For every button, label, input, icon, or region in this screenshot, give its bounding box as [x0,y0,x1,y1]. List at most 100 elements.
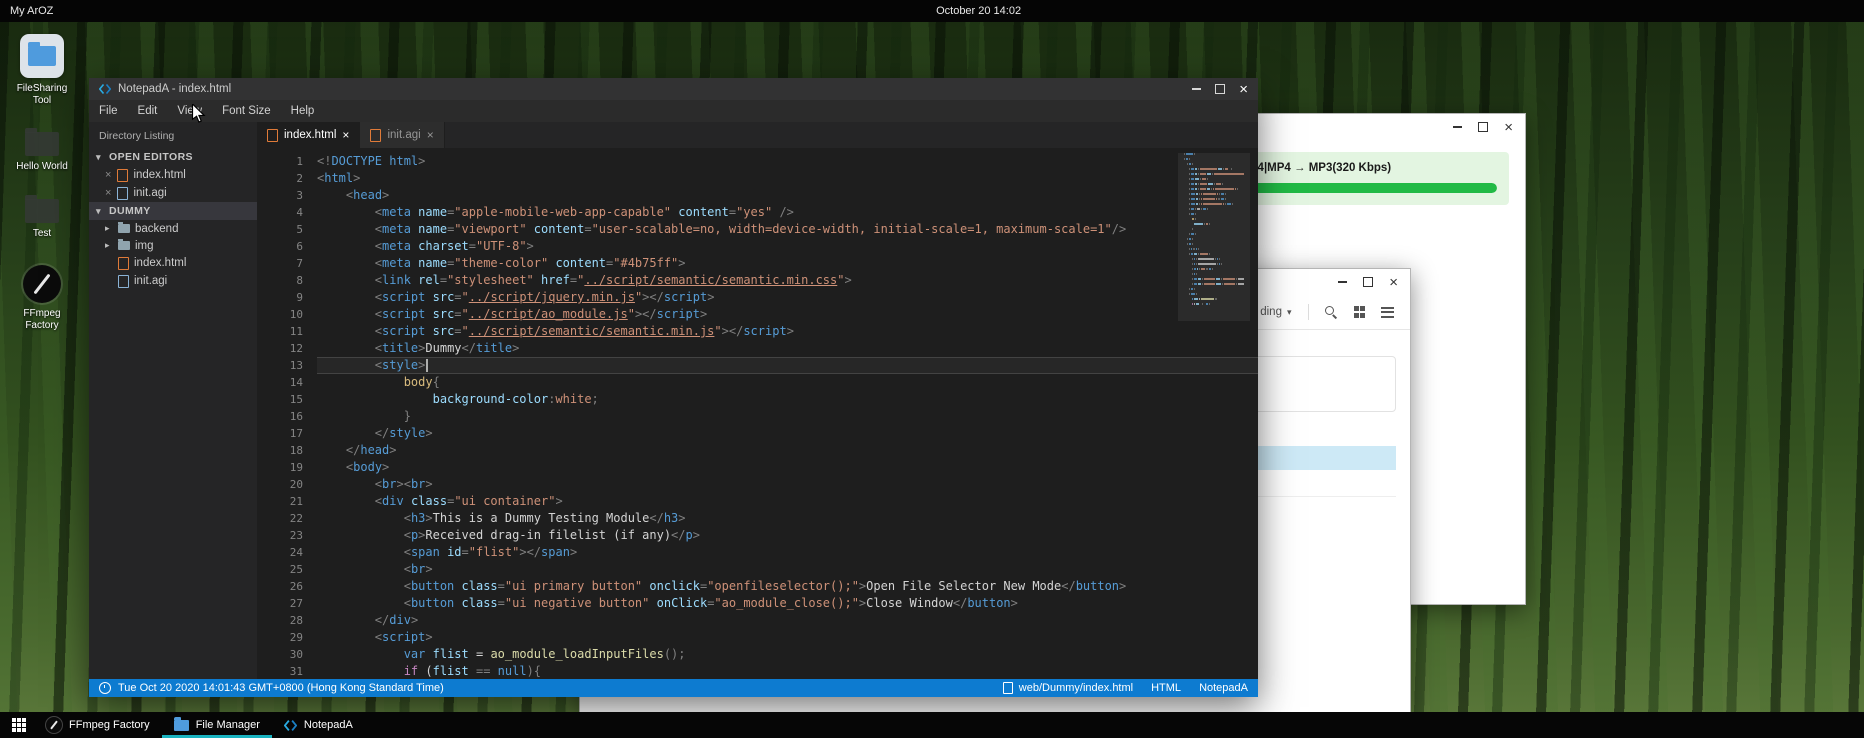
taskbar-item-ffmpeg-factory[interactable]: FFmpeg Factory [34,712,162,738]
tab-index-html[interactable]: index.html× [257,122,360,148]
code-line[interactable]: } [317,408,1258,425]
minimize-icon[interactable] [1453,126,1462,128]
code-line[interactable]: <link rel="stylesheet" href="../script/s… [317,272,1258,289]
minimap-line [1184,213,1244,215]
code-line[interactable]: <span id="flist"></span> [317,544,1258,561]
tree-item-img[interactable]: ▸img [89,237,257,254]
code-token [317,205,375,219]
close-icon[interactable]: × [1239,82,1248,97]
sort-dropdown[interactable]: ding ▾ [1260,306,1291,318]
code-line[interactable]: background-color:white; [317,391,1258,408]
launcher-grid-icon[interactable] [4,712,34,738]
code-line[interactable]: <html> [317,170,1258,187]
code-line[interactable]: body{ [317,374,1258,391]
code-token: content [548,256,606,270]
minimize-icon[interactable] [1338,281,1347,283]
line-number: 23 [257,527,303,544]
open-editors-section[interactable]: ▾ OPEN EDITORS [89,148,257,166]
code-line[interactable]: <button class="ui primary button" onclic… [317,578,1258,595]
grid-view-icon[interactable] [1354,306,1366,318]
close-tab-icon[interactable]: × [427,128,434,142]
code-line[interactable]: <style> [317,357,1258,374]
code-token: "flist" [469,545,520,559]
maximize-icon[interactable] [1478,122,1488,132]
code-line[interactable]: <meta name="theme-color" content="#4b75f… [317,255,1258,272]
close-tab-icon[interactable]: × [342,128,349,142]
desktop-icon-label: FileSharing Tool [11,83,73,106]
file-name: index.html [133,169,185,181]
project-section[interactable]: ▾ DUMMY [89,202,257,220]
code-line[interactable]: var flist = ao_module_loadInputFiles(); [317,646,1258,663]
code-token [317,596,404,610]
folder-icon [20,34,64,78]
line-number: 17 [257,425,303,442]
menu-item-file[interactable]: File [89,100,128,122]
close-editor-icon[interactable]: × [105,169,111,181]
tree-item-backend[interactable]: ▸backend [89,220,257,237]
code-line[interactable]: </style> [317,425,1258,442]
code-line[interactable]: <br><br> [317,476,1258,493]
desktop-icon-ffmpeg-factory[interactable]: FFmpeg Factory [8,265,76,331]
code-line[interactable]: <meta name="viewport" content="user-scal… [317,221,1258,238]
code-line[interactable]: <script> [317,629,1258,646]
close-editor-icon[interactable]: × [105,187,111,199]
search-icon[interactable] [1325,306,1338,319]
desktop-icon-hello-world[interactable]: Hello World [8,132,76,173]
code-token: button [1076,579,1119,593]
code-line[interactable]: </div> [317,612,1258,629]
open-editors-list: × index.html ×init.agi [89,166,257,202]
code-token: "viewport" [454,222,526,236]
tree-item-init-agi[interactable]: init.agi [89,272,257,290]
code-line[interactable]: <script src="../script/ao_module.js"></s… [317,306,1258,323]
taskbar-item-label: File Manager [196,719,260,731]
file-icon [1003,682,1013,694]
maximize-icon[interactable] [1215,84,1225,94]
desktop-icon-label: FFmpeg Factory [11,308,73,331]
open-editor-index-html[interactable]: × index.html [89,166,257,184]
code-line[interactable]: <button class="ui negative button" onCli… [317,595,1258,612]
taskbar-item-notepada[interactable]: NotepadA [272,712,365,738]
chevron-right-icon: ▸ [105,240,113,251]
code-line[interactable]: <script src="../script/semantic/semantic… [317,323,1258,340]
code-line[interactable]: <div class="ui container"> [317,493,1258,510]
close-icon[interactable]: × [1389,275,1398,290]
code-line[interactable]: <meta name="apple-mobile-web-app-capable… [317,204,1258,221]
minimap[interactable] [1184,153,1244,308]
tab-init-agi[interactable]: init.agi× [360,122,444,148]
code-line[interactable]: <script src="../script/jquery.min.js"></… [317,289,1258,306]
list-menu-icon[interactable] [1381,307,1394,318]
desktop-icon-filesharing-tool[interactable]: FileSharing Tool [8,34,76,106]
code-line[interactable]: <br> [317,561,1258,578]
maximize-icon[interactable] [1363,277,1373,287]
code-line[interactable]: <p>Received drag-in filelist (if any)</p… [317,527,1258,544]
code-token: " [714,324,721,338]
menu-item-font-size[interactable]: Font Size [212,100,281,122]
menu-item-edit[interactable]: Edit [128,100,168,122]
code-token: meta [382,205,411,219]
menu-item-help[interactable]: Help [281,100,325,122]
code-line[interactable]: <meta charset="UTF-8"> [317,238,1258,255]
code-line[interactable]: <title>Dummy</title> [317,340,1258,357]
sidebar-header: Directory Listing [89,122,257,148]
code-line[interactable]: if (flist == null){ [317,663,1258,679]
code-token: title [476,341,512,355]
minimize-icon[interactable] [1192,88,1201,90]
code-token: class [454,596,497,610]
close-icon[interactable]: × [1504,120,1513,135]
notepada-titlebar[interactable]: NotepadA - index.html × [89,78,1258,100]
tree-item-index-html[interactable]: index.html [89,254,257,272]
minimap-line [1184,183,1244,185]
code-token: "UTF-8" [476,239,527,253]
taskbar-item-file-manager[interactable]: File Manager [162,712,272,738]
aroz-menu-label[interactable]: My ArOZ [0,5,53,17]
open-editor-init-agi[interactable]: ×init.agi [89,184,257,202]
chevron-down-icon: ▾ [1287,307,1292,318]
desktop-icon-test[interactable]: Test [8,199,76,240]
code-line[interactable]: <h3>This is a Dummy Testing Module</h3> [317,510,1258,527]
code-line[interactable]: </head> [317,442,1258,459]
code-line[interactable]: <body> [317,459,1258,476]
code-line[interactable]: <head> [317,187,1258,204]
code-area[interactable]: 1234567891011121314151617181920212223242… [257,148,1258,679]
code-line[interactable]: <!DOCTYPE html> [317,153,1258,170]
code-token: flist [425,647,468,661]
